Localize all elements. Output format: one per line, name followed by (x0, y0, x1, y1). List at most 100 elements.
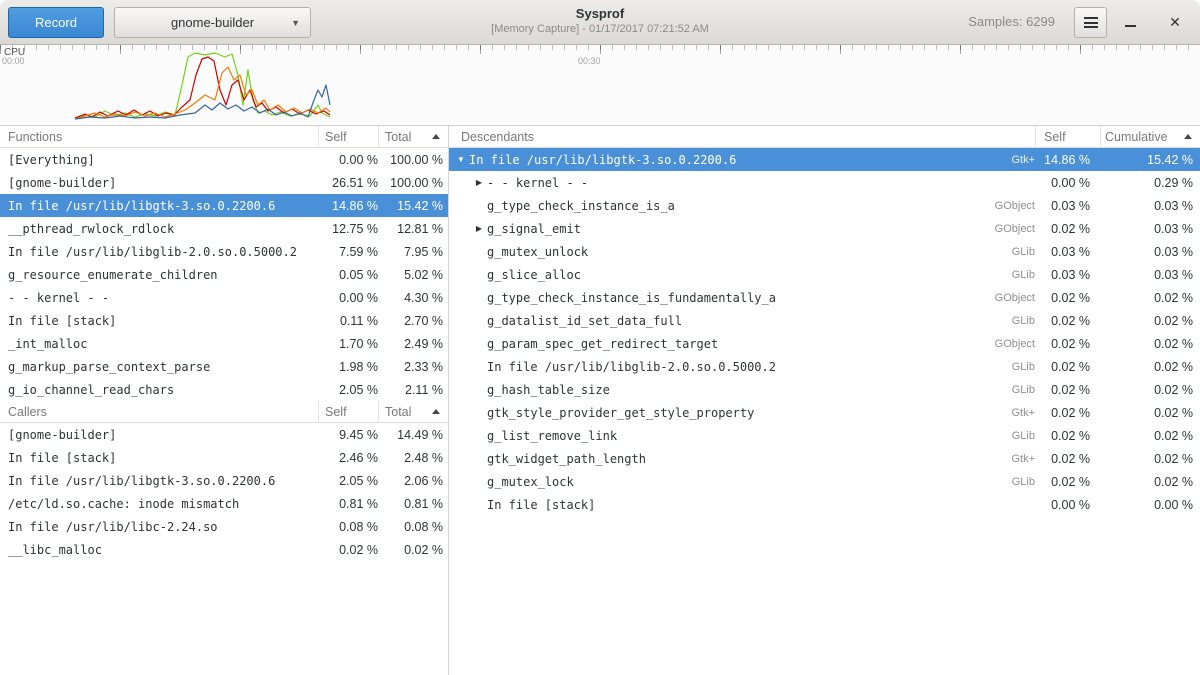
table-row[interactable]: g_markup_parse_context_parse1.98 %2.33 % (0, 355, 448, 378)
window-title: Sysprof (491, 6, 709, 21)
row-function-name: g_resource_enumerate_children (0, 268, 318, 282)
row-total-value: 7.95 % (378, 245, 448, 259)
table-row[interactable]: g_datalist_id_set_data_fullGLib0.02 %0.0… (449, 309, 1200, 332)
table-row[interactable]: In file [stack]2.46 %2.48 % (0, 446, 448, 469)
row-function-name: - - kernel - - (487, 176, 588, 190)
process-selector-dropdown[interactable]: gnome-builder ▼ (114, 7, 311, 38)
column-header-total[interactable]: Total (378, 126, 448, 147)
table-row[interactable]: ▶- - kernel - -0.00 %0.29 % (449, 171, 1200, 194)
row-cumulative-value: 0.02 % (1100, 429, 1200, 443)
row-function-name: [gnome-builder] (0, 176, 318, 190)
table-row[interactable]: ▼In file /usr/lib/libgtk-3.so.0.2200.6Gt… (449, 148, 1200, 171)
table-row[interactable]: In file /usr/lib/libgtk-3.so.0.2200.614.… (0, 194, 448, 217)
row-function-name: g_list_remove_link (487, 429, 617, 443)
row-self-value: 0.81 % (318, 497, 378, 511)
row-function-name: /etc/ld.so.cache: inode mismatch (0, 497, 318, 511)
column-header-self[interactable]: Self (318, 126, 378, 147)
table-row[interactable]: __pthread_rwlock_rdlock12.75 %12.81 % (0, 217, 448, 240)
row-library-label: GObject (995, 292, 1035, 304)
row-self-value: 0.02 % (1035, 406, 1100, 420)
row-total-value: 2.48 % (378, 451, 448, 465)
row-total-value: 0.02 % (378, 543, 448, 557)
table-row[interactable]: g_resource_enumerate_children0.05 %5.02 … (0, 263, 448, 286)
row-function-name: g_markup_parse_context_parse (0, 360, 318, 374)
close-button[interactable]: ✕ (1164, 11, 1186, 33)
table-row[interactable]: g_mutex_lockGLib0.02 %0.02 % (449, 470, 1200, 493)
row-library-label: GLib (1012, 361, 1035, 373)
expander-icon[interactable]: ▶ (471, 171, 487, 194)
row-function-name: g_signal_emit (487, 222, 581, 236)
minimize-button[interactable] (1119, 11, 1141, 33)
row-cumulative-value: 15.42 % (1100, 153, 1200, 167)
row-function-name: g_mutex_unlock (487, 245, 588, 259)
table-row[interactable]: In file /usr/lib/libglib-2.0.so.0.5000.2… (0, 240, 448, 263)
functions-rows: [Everything]0.00 %100.00 %[gnome-builder… (0, 148, 448, 401)
table-row[interactable]: g_io_channel_read_chars2.05 %2.11 % (0, 378, 448, 401)
column-header-self[interactable]: Self (1035, 126, 1100, 147)
table-row[interactable]: gtk_style_provider_get_style_property Gtk… (449, 401, 1200, 424)
row-function-name: - - kernel - - (0, 291, 318, 305)
menu-button[interactable] (1074, 7, 1107, 38)
table-row[interactable]: __libc_malloc0.02 %0.02 % (0, 538, 448, 561)
column-header-cumulative[interactable]: Cumulative (1100, 126, 1200, 147)
table-row[interactable]: _int_malloc1.70 %2.49 % (0, 332, 448, 355)
table-row[interactable]: g_mutex_unlockGLib0.03 %0.03 % (449, 240, 1200, 263)
expander-icon[interactable]: ▶ (471, 217, 487, 240)
table-row[interactable]: /etc/ld.so.cache: inode mismatch0.81 %0.… (0, 492, 448, 515)
column-header-total[interactable]: Total (378, 401, 448, 422)
row-cumulative-value: 0.02 % (1100, 337, 1200, 351)
table-row[interactable]: [Everything]0.00 %100.00 % (0, 148, 448, 171)
column-header-total-label: Total (385, 130, 411, 144)
row-cumulative-value: 0.02 % (1100, 360, 1200, 374)
row-library-label: Gtk+ (1011, 407, 1035, 419)
expander-icon[interactable]: ▼ (453, 148, 469, 171)
table-row[interactable]: ▶g_signal_emitGObject0.02 %0.03 % (449, 217, 1200, 240)
column-header-functions[interactable]: Functions (0, 126, 318, 147)
table-row[interactable]: [gnome-builder]26.51 %100.00 % (0, 171, 448, 194)
row-function-name: g_slice_alloc (487, 268, 581, 282)
row-self-value: 1.98 % (318, 360, 378, 374)
row-total-value: 100.00 % (378, 153, 448, 167)
table-row[interactable]: In file /usr/lib/libc-2.24.so0.08 %0.08 … (0, 515, 448, 538)
row-self-value: 9.45 % (318, 428, 378, 442)
column-header-self[interactable]: Self (318, 401, 378, 422)
table-row[interactable]: In file [stack]0.00 %0.00 % (449, 493, 1200, 516)
row-function-name: gtk_style_provider_get_style_property (487, 406, 754, 420)
row-cumulative-value: 0.02 % (1100, 452, 1200, 466)
headerbar: Record gnome-builder ▼ Sysprof [Memory C… (0, 0, 1200, 45)
functions-panel: Functions Self Total [Everything]0.00 %1… (0, 126, 448, 675)
callers-rows: [gnome-builder]9.45 %14.49 %In file [sta… (0, 423, 448, 561)
record-button[interactable]: Record (8, 7, 104, 38)
table-row[interactable]: g_slice_allocGLib0.03 %0.03 % (449, 263, 1200, 286)
descendants-panel: Descendants Self Cumulative ▼In file /us… (449, 126, 1200, 675)
row-cumulative-value: 0.03 % (1100, 268, 1200, 282)
table-row[interactable]: g_type_check_instance_is_fundamentally_a… (449, 286, 1200, 309)
row-cumulative-value: 0.02 % (1100, 475, 1200, 489)
table-row[interactable]: In file [stack]0.11 %2.70 % (0, 309, 448, 332)
table-row[interactable]: g_type_check_instance_is_aGObject0.03 %0… (449, 194, 1200, 217)
sort-indicator-icon (432, 134, 440, 139)
cpu-timeline[interactable]: CPU 00:00 00:30 (0, 45, 1200, 126)
table-row[interactable]: - - kernel - -0.00 %4.30 % (0, 286, 448, 309)
column-header-descendants[interactable]: Descendants (449, 126, 1035, 147)
row-total-value: 2.70 % (378, 314, 448, 328)
row-self-value: 12.75 % (318, 222, 378, 236)
row-function-name: [gnome-builder] (0, 428, 318, 442)
row-library-label: GLib (1012, 246, 1035, 258)
row-cumulative-value: 0.02 % (1100, 314, 1200, 328)
sort-indicator-icon (432, 409, 440, 414)
table-row[interactable]: In file /usr/lib/libglib-2.0.so.0.5000.2… (449, 355, 1200, 378)
table-row[interactable]: g_list_remove_linkGLib0.02 %0.02 % (449, 424, 1200, 447)
column-header-cumulative-label: Cumulative (1105, 130, 1168, 144)
column-header-callers[interactable]: Callers (0, 401, 318, 422)
row-total-value: 0.08 % (378, 520, 448, 534)
table-row[interactable]: g_param_spec_get_redirect_targetGObject0… (449, 332, 1200, 355)
descendants-table-header: Descendants Self Cumulative (449, 126, 1200, 148)
table-row[interactable]: gtk_widget_path_lengthGtk+0.02 %0.02 % (449, 447, 1200, 470)
table-row[interactable]: In file /usr/lib/libgtk-3.so.0.2200.62.0… (0, 469, 448, 492)
row-self-value: 0.03 % (1035, 199, 1100, 213)
row-self-value: 7.59 % (318, 245, 378, 259)
hamburger-icon (1084, 17, 1098, 28)
table-row[interactable]: g_hash_table_sizeGLib0.02 %0.02 % (449, 378, 1200, 401)
table-row[interactable]: [gnome-builder]9.45 %14.49 % (0, 423, 448, 446)
